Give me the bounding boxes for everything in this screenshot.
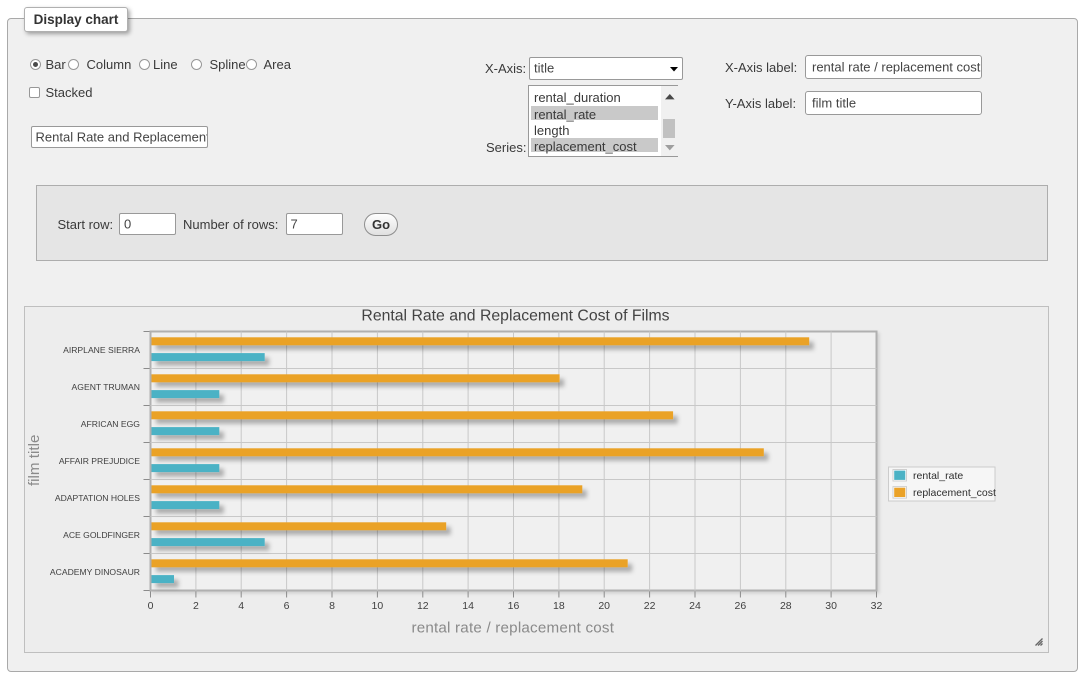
svg-text:30: 30 xyxy=(825,600,837,612)
svg-text:8: 8 xyxy=(329,600,335,612)
svg-text:2: 2 xyxy=(193,600,199,612)
svg-text:26: 26 xyxy=(735,600,747,612)
svg-text:32: 32 xyxy=(871,600,883,612)
svg-text:22: 22 xyxy=(644,600,656,612)
svg-text:film title: film title xyxy=(26,435,43,486)
svg-text:0: 0 xyxy=(148,600,154,612)
svg-text:4: 4 xyxy=(238,600,244,612)
svg-text:18: 18 xyxy=(553,600,565,612)
svg-text:16: 16 xyxy=(508,600,520,612)
svg-text:replacement_cost: replacement_cost xyxy=(913,487,996,499)
svg-text:rental rate / replacement cost: rental rate / replacement cost xyxy=(411,620,614,637)
svg-text:6: 6 xyxy=(284,600,290,612)
svg-text:ACE GOLDFINGER: ACE GOLDFINGER xyxy=(63,530,140,540)
svg-text:AFFAIR PREJUDICE: AFFAIR PREJUDICE xyxy=(59,456,140,466)
svg-text:24: 24 xyxy=(689,600,701,612)
svg-text:20: 20 xyxy=(598,600,610,612)
svg-text:28: 28 xyxy=(780,600,792,612)
svg-text:AFRICAN EGG: AFRICAN EGG xyxy=(81,419,141,429)
svg-text:10: 10 xyxy=(372,600,384,612)
svg-text:rental_rate: rental_rate xyxy=(913,470,963,482)
svg-text:AGENT TRUMAN: AGENT TRUMAN xyxy=(72,382,140,392)
svg-text:12: 12 xyxy=(417,600,429,612)
svg-text:Rental Rate and Replacement Co: Rental Rate and Replacement Cost of Film… xyxy=(361,308,669,325)
svg-text:ADAPTATION HOLES: ADAPTATION HOLES xyxy=(55,493,140,503)
svg-text:AIRPLANE SIERRA: AIRPLANE SIERRA xyxy=(63,345,140,355)
svg-text:ACADEMY DINOSAUR: ACADEMY DINOSAUR xyxy=(50,567,140,577)
svg-text:14: 14 xyxy=(462,600,474,612)
